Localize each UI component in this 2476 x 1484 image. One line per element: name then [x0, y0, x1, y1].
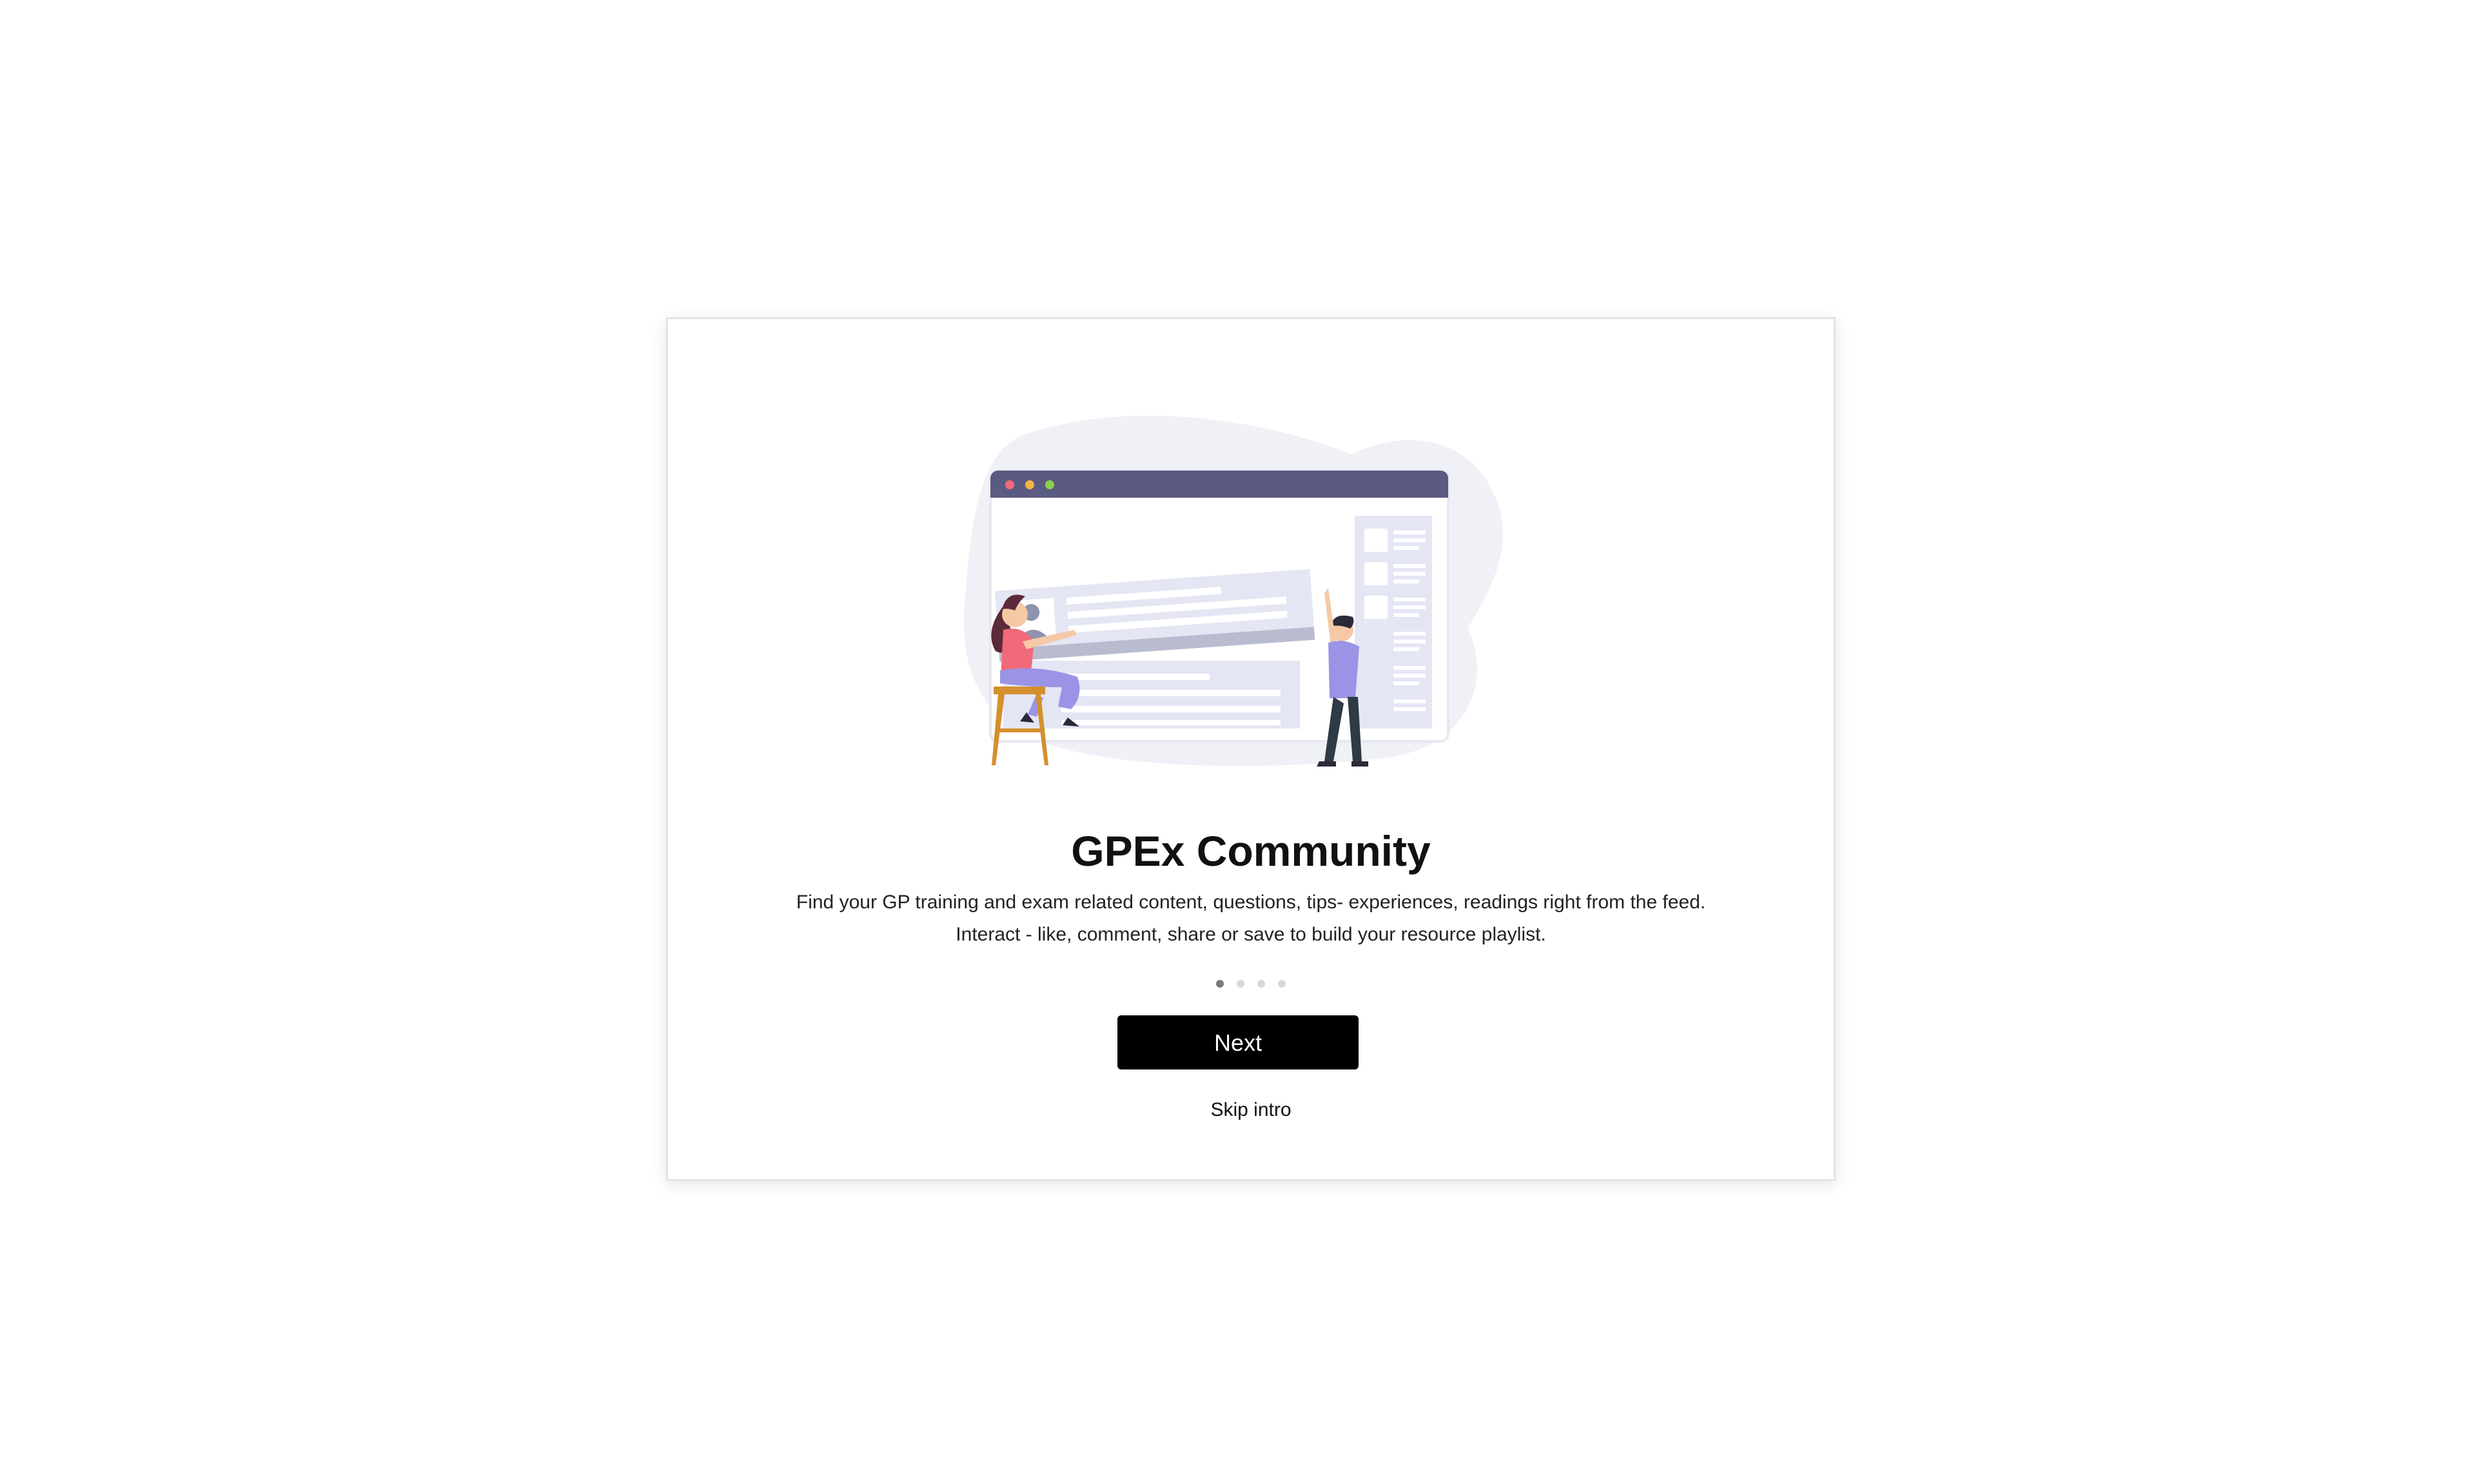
community-feed-illustration-icon	[939, 409, 1558, 828]
window-minimize-dot	[1025, 480, 1034, 489]
description-line-1: Find your GP training and exam related c…	[796, 892, 1706, 913]
next-button[interactable]: Next	[1117, 1015, 1359, 1069]
browser-title-bar	[990, 471, 1448, 498]
page-title: GPEx Community	[1071, 827, 1431, 875]
window-close-dot	[1005, 480, 1014, 489]
pagination-dot-1[interactable]	[1216, 980, 1224, 988]
description-line-2: Interact - like, comment, share or save …	[956, 924, 1546, 945]
onboarding-modal: GPEx Community Find your GP training and…	[666, 317, 1836, 1181]
page-background: GPEx Community Find your GP training and…	[0, 0, 2476, 1484]
intro-description: Find your GP training and exam related c…	[668, 886, 1834, 951]
pagination-dots	[668, 980, 1834, 988]
pagination-dot-3[interactable]	[1257, 980, 1265, 988]
window-maximize-dot	[1045, 480, 1054, 489]
pagination-dot-2[interactable]	[1237, 980, 1244, 988]
pagination-dot-4[interactable]	[1278, 980, 1286, 988]
skip-intro-link[interactable]: Skip intro	[668, 1099, 1834, 1121]
